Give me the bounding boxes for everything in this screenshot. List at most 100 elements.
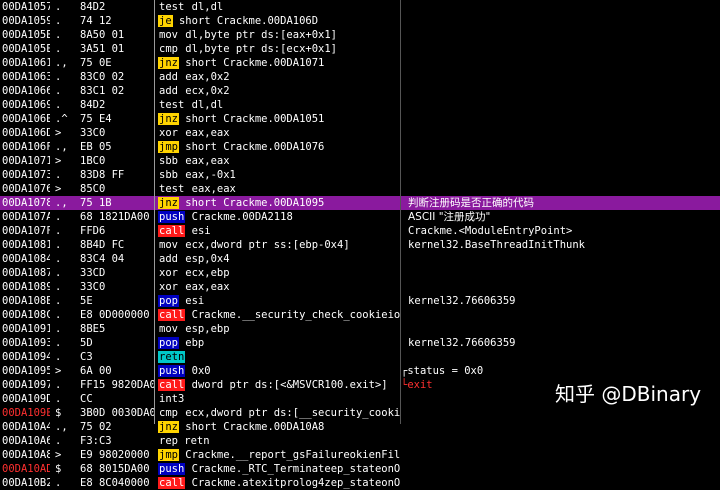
row-disassembly: xor eax,eax [158, 280, 400, 294]
row-operands: Crackme.atexitprolog4zep_stateonOnl [185, 477, 400, 489]
disasm-row[interactable]: 00DA1078., 75 1B jnz short Crackme.00DA109… [0, 196, 720, 210]
jump-arrow: > [55, 365, 62, 377]
disasm-row[interactable]: 00DA109E $3B0D 0030DA00 cmp ecx,dword ptr … [0, 406, 720, 420]
disasm-row[interactable]: 00DA105E. 3A51 01 cmp dl,byte ptr ds:[ecx+… [0, 42, 720, 56]
jump-arrow: . [55, 351, 62, 363]
jump-arrow: . [55, 435, 62, 447]
disasm-row[interactable]: 00DA108C. E8 0D000000 call Crackme.__secur… [0, 308, 720, 322]
row-address: 00DA108C [2, 309, 50, 321]
row-operands: eax,eax [178, 281, 230, 293]
disasm-row[interactable]: 00DA1069. 84D2 test dl,dl [0, 98, 720, 112]
row-disassembly: add ecx,0x2 [158, 84, 400, 98]
disasm-row[interactable]: 00DA1076 >85C0 test eax,eax [0, 182, 720, 196]
disasm-row[interactable]: 00DA10A4., 75 02 jnz short Crackme.00DA10A… [0, 420, 720, 434]
disasm-row[interactable]: 00DA1059. 74 12 je short Crackme.00DA106D [0, 14, 720, 28]
disasm-row[interactable]: 00DA10B2. E8 8C040000 call Crackme.atexitp… [0, 476, 720, 490]
row-address: 00DA1095 [2, 365, 50, 377]
column-divider-comment [400, 0, 401, 424]
row-disassembly: cmp ecx,dword ptr ds:[__security_cookie [158, 406, 400, 420]
row-address: 00DA105E [2, 43, 50, 55]
row-address: 00DA1097 [2, 379, 50, 391]
disasm-row[interactable]: 00DA1081. 8B4D FC mov ecx,dword ptr ss:[eb… [0, 238, 720, 252]
disasm-row[interactable]: 00DA108B. 5E pop esi kernel32.76606359 [0, 294, 720, 308]
row-address: 00DA1057 [2, 1, 50, 13]
row-address: 00DA1084 [2, 253, 50, 265]
disasm-row[interactable]: 00DA1095 >6A 00 push 0x0 ┌status = 0x0 [0, 364, 720, 378]
row-comment [408, 182, 720, 196]
disasm-row[interactable]: 00DA1091. 8BE5 mov esp,ebp [0, 322, 720, 336]
row-mnemonic: sbb [159, 155, 178, 167]
row-mnemonic: mov [159, 239, 178, 251]
row-disassembly: push 0x0 [158, 364, 400, 378]
row-operands: short Crackme.00DA10A8 [178, 421, 325, 433]
row-address: 00DA107A [2, 211, 50, 223]
row-disassembly: push Crackme._RTC_Terminateep_stateonOnl [158, 462, 400, 476]
row-operands: eax,-0x1 [178, 169, 236, 181]
disasm-row[interactable]: 00DA10AD $68 8015DA00 push Crackme._RTC_Te… [0, 462, 720, 476]
row-hex-bytes: 74 12 [80, 15, 112, 27]
row-comment [408, 154, 720, 168]
row-address: 00DA1076 [2, 183, 50, 195]
jump-arrow: . [55, 323, 62, 335]
disasm-row[interactable]: 00DA1093. 5D pop ebp kernel32.76606359 [0, 336, 720, 350]
disasm-row[interactable]: 00DA10A6. F3:C3 rep retn [0, 434, 720, 448]
row-mnemonic: int3 [159, 393, 185, 405]
row-disassembly: jnz short Crackme.00DA1071 [158, 56, 400, 70]
disasm-row[interactable]: 00DA1094. C3 retn [0, 350, 720, 364]
row-address: 00DA105B [2, 29, 50, 41]
disasm-row[interactable]: 00DA106B .^ 75 E4 jnz short Crackme.00DA105… [0, 112, 720, 126]
row-operands: dl,dl [185, 1, 224, 13]
disasm-row[interactable]: 00DA1073. 83D8 FF sbb eax,-0x1 [0, 168, 720, 182]
row-comment [408, 308, 720, 322]
disasm-row[interactable]: 00DA1071 >1BC0 sbb eax,eax [0, 154, 720, 168]
jump-arrow: . [55, 29, 62, 41]
row-disassembly: pop esi [158, 294, 400, 308]
disasm-row[interactable]: 00DA1066. 83C1 02 add ecx,0x2 [0, 84, 720, 98]
row-disassembly: test eax,eax [158, 182, 400, 196]
row-hex-bytes: 3B0D 0030DA00 [80, 407, 154, 419]
disasm-row[interactable]: 00DA1063. 83C0 02 add eax,0x2 [0, 70, 720, 84]
disasm-row[interactable]: 00DA105B. 8A50 01 mov dl,byte ptr ds:[eax+… [0, 28, 720, 42]
row-mnemonic: add [159, 85, 178, 97]
jump-arrow: . [55, 85, 62, 97]
jump-arrow: . [55, 71, 62, 83]
row-disassembly: je short Crackme.00DA106D [158, 14, 400, 28]
row-disassembly: pop ebp [158, 336, 400, 350]
disasm-row[interactable]: 00DA1061., 75 0E jnz short Crackme.00DA107… [0, 56, 720, 70]
row-mnemonic: call [158, 225, 186, 237]
jump-arrow: > [55, 127, 62, 139]
disasm-row[interactable]: 00DA1057. 84D2 test dl,dl [0, 0, 720, 14]
row-disassembly: xor eax,eax [158, 126, 400, 140]
row-operands: short Crackme.00DA1051 [178, 113, 325, 125]
row-mnemonic: xor [159, 267, 178, 279]
disasm-row[interactable]: 00DA106D >33C0 xor eax,eax [0, 126, 720, 140]
jump-arrow: . [55, 239, 62, 251]
row-hex-bytes: 83C4 04 [80, 253, 125, 265]
disasm-row[interactable]: 00DA1087. 33CD xor ecx,ebp [0, 266, 720, 280]
jump-arrow: ., [55, 197, 68, 209]
disasm-row[interactable]: 00DA10A8 > E9 98020000 jmp Crackme.__report… [0, 448, 720, 462]
row-mnemonic: retn [158, 351, 186, 363]
row-address: 00DA1066 [2, 85, 50, 97]
row-hex-bytes: 75 1B [80, 197, 112, 209]
row-operands: ebp [178, 337, 205, 349]
row-mnemonic: mov [159, 323, 178, 335]
row-address: 00DA1071 [2, 155, 50, 167]
row-mnemonic: test [159, 183, 185, 195]
disasm-row[interactable]: 00DA106F., EB 05 jmp short Crackme.00DA107… [0, 140, 720, 154]
row-comment: 判断注册码是否正确的代码 [408, 197, 534, 209]
disasm-row[interactable]: 00DA107A. 68 1821DA00 push Crackme.00DA211… [0, 210, 720, 224]
row-disassembly: mov esp,ebp [158, 322, 400, 336]
column-divider-hex [154, 0, 155, 424]
row-address: 00DA106B [2, 113, 50, 125]
row-operands: eax,eax [178, 127, 230, 139]
row-disassembly: sbb eax,-0x1 [158, 168, 400, 182]
disasm-row[interactable]: 00DA1084. 83C4 04 add esp,0x4 [0, 252, 720, 266]
row-comment [408, 42, 720, 56]
row-hex-bytes: 33CD [80, 267, 106, 279]
disasm-row[interactable]: 00DA107F. FFD6 call esi Crackme.<ModuleEntr… [0, 224, 720, 238]
row-operands: Crackme.__security_check_cookieionF [185, 309, 400, 321]
row-comment [408, 406, 720, 420]
row-address: 00DA1091 [2, 323, 50, 335]
disasm-row[interactable]: 00DA1089. 33C0 xor eax,eax [0, 280, 720, 294]
